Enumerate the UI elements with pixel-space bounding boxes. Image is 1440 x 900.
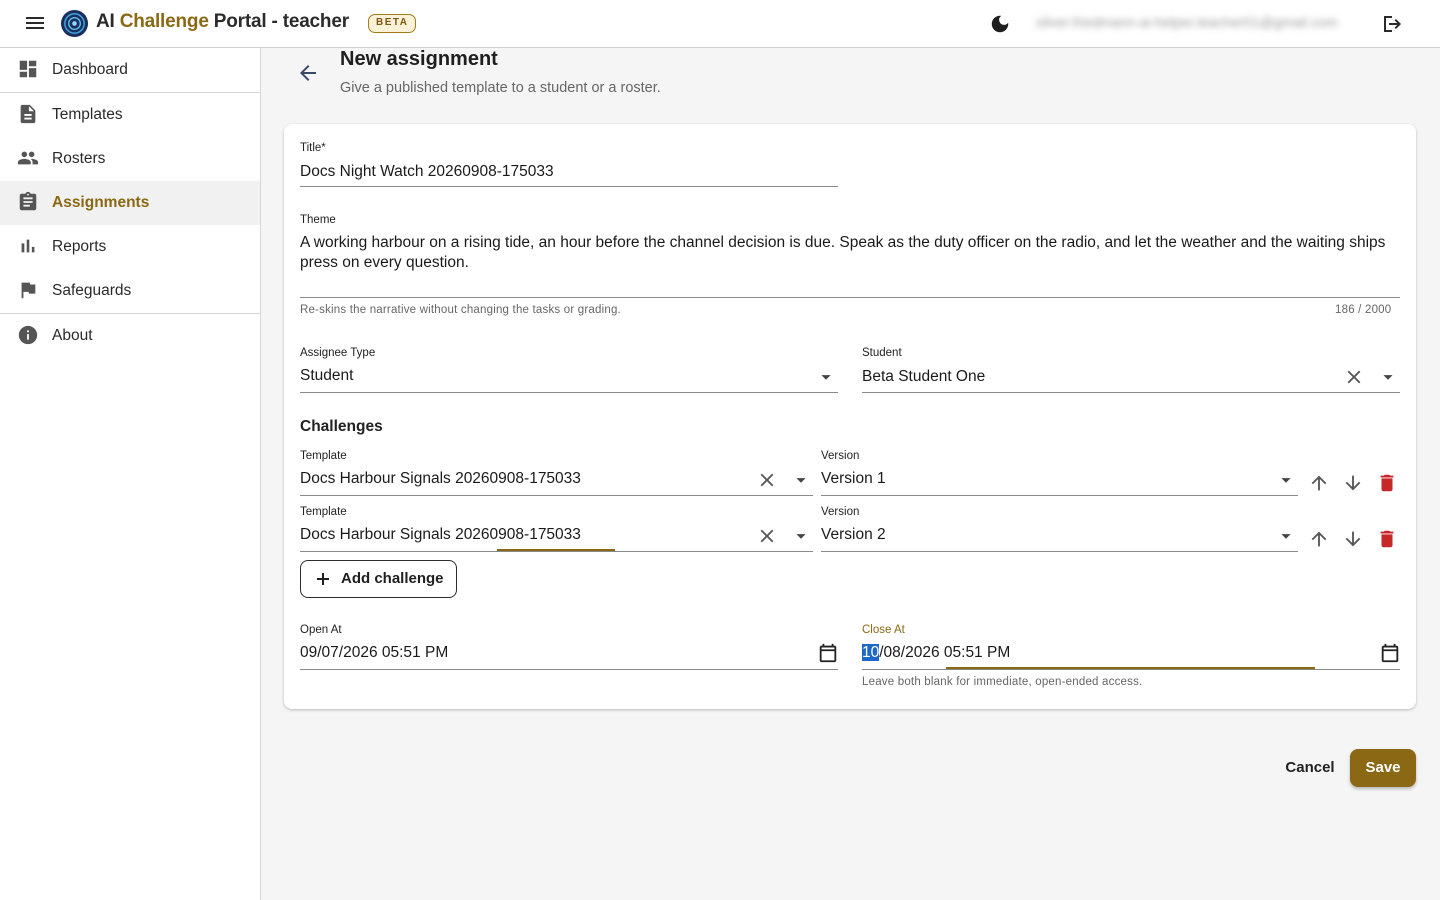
student-autocomplete[interactable]: Beta Student One bbox=[862, 368, 985, 386]
back-arrow-icon[interactable] bbox=[296, 61, 320, 85]
open-at-input[interactable]: 09/07/2026 05:51 PM bbox=[300, 644, 448, 662]
plus-icon bbox=[317, 573, 329, 585]
close-at-underline bbox=[862, 669, 1400, 670]
sidebar-item-rosters[interactable]: Rosters bbox=[0, 137, 260, 181]
close-at-focus-indicator bbox=[946, 667, 1315, 669]
version-select[interactable]: Version 1 bbox=[821, 470, 886, 488]
title-label: Title* bbox=[300, 142, 326, 154]
dark-mode-icon[interactable] bbox=[989, 13, 1011, 35]
template-focus-ripple bbox=[497, 549, 615, 551]
open-at-label: Open At bbox=[300, 624, 342, 636]
sidebar-item-safeguards[interactable]: Safeguards bbox=[0, 269, 260, 313]
assignee-type-label: Assignee Type bbox=[300, 347, 376, 359]
sidebar-item-label: Rosters bbox=[52, 150, 106, 167]
dashboard-icon bbox=[19, 60, 37, 78]
clear-icon[interactable] bbox=[1343, 366, 1365, 388]
open-at-underline bbox=[300, 669, 838, 670]
sidebar-item-label: Reports bbox=[52, 238, 107, 255]
portal-logo bbox=[60, 9, 89, 38]
sidebar-item-assignments[interactable]: Assignments bbox=[0, 181, 260, 225]
page-title: New assignment bbox=[340, 48, 498, 70]
save-button[interactable]: Save bbox=[1350, 749, 1416, 787]
sidebar-item-templates[interactable]: Templates bbox=[0, 93, 260, 137]
chevron-down-icon[interactable] bbox=[815, 366, 837, 388]
sidebar-item-label: Safeguards bbox=[52, 282, 132, 299]
sidebar-item-reports[interactable]: Reports bbox=[0, 225, 260, 269]
chevron-down-icon[interactable] bbox=[790, 469, 812, 491]
sidebar-item-label: Templates bbox=[52, 106, 123, 123]
flag-icon bbox=[21, 282, 36, 299]
arrow-down-icon[interactable] bbox=[1342, 528, 1364, 550]
version-select[interactable]: Version 2 bbox=[821, 526, 886, 544]
close-at-label: Close At bbox=[862, 624, 905, 636]
theme-helper-text: Re-skins the narrative without changing … bbox=[300, 304, 621, 316]
top-app-bar: AI Challenge Portal - teacher BETA olive… bbox=[0, 0, 1440, 48]
assignee-type-select[interactable]: Student bbox=[300, 367, 353, 385]
people-icon bbox=[17, 151, 39, 165]
bar-chart-icon bbox=[21, 239, 35, 253]
template-autocomplete[interactable]: Docs Harbour Signals 20260908-175033 bbox=[300, 470, 581, 488]
version-label: Version bbox=[821, 450, 860, 462]
theme-label: Theme bbox=[300, 214, 336, 226]
chevron-down-icon[interactable] bbox=[1275, 525, 1297, 547]
add-challenge-label: Add challenge bbox=[341, 570, 444, 587]
theme-textarea[interactable]: A working harbour on a rising tide, an h… bbox=[300, 233, 1390, 272]
theme-underline bbox=[300, 297, 1400, 298]
clear-icon[interactable] bbox=[756, 469, 778, 491]
template-underline bbox=[300, 495, 813, 496]
student-label: Student bbox=[862, 347, 902, 359]
calendar-icon[interactable] bbox=[817, 642, 839, 664]
arrow-up-icon[interactable] bbox=[1308, 472, 1330, 494]
delete-icon[interactable] bbox=[1376, 528, 1398, 550]
sidebar-item-about[interactable]: About bbox=[0, 314, 260, 358]
info-icon bbox=[18, 325, 38, 345]
title-underline bbox=[300, 186, 838, 187]
assignee-type-underline bbox=[300, 392, 838, 393]
sidebar-nav: Dashboard Templates Rosters Assignments … bbox=[0, 48, 261, 900]
student-underline bbox=[862, 392, 1400, 393]
arrow-up-icon[interactable] bbox=[1308, 528, 1330, 550]
version-underline bbox=[821, 495, 1298, 496]
add-challenge-button[interactable]: Add challenge bbox=[300, 560, 457, 598]
assignment-icon bbox=[19, 191, 37, 211]
chevron-down-icon[interactable] bbox=[790, 525, 812, 547]
calendar-icon[interactable] bbox=[1379, 642, 1401, 664]
close-at-rest: /08/2026 05:51 PM bbox=[879, 644, 1011, 661]
template-autocomplete[interactable]: Docs Harbour Signals 20260908-175033 bbox=[300, 526, 581, 544]
dates-helper-text: Leave both blank for immediate, open-end… bbox=[862, 676, 1143, 688]
page-subtitle: Give a published template to a student o… bbox=[340, 80, 661, 96]
clear-icon[interactable] bbox=[756, 525, 778, 547]
app-title: AI Challenge Portal - teacher bbox=[96, 11, 349, 32]
arrow-down-icon[interactable] bbox=[1342, 472, 1364, 494]
template-label: Template bbox=[300, 450, 347, 462]
sidebar-item-dashboard[interactable]: Dashboard bbox=[0, 48, 260, 92]
sidebar-item-label: About bbox=[52, 327, 93, 344]
beta-badge: BETA bbox=[368, 14, 417, 33]
chevron-down-icon[interactable] bbox=[1377, 366, 1399, 388]
assignment-form-card bbox=[284, 124, 1416, 709]
version-label: Version bbox=[821, 506, 860, 518]
logout-icon[interactable] bbox=[1380, 12, 1404, 36]
cancel-button[interactable]: Cancel bbox=[1278, 752, 1342, 784]
title-input[interactable]: Docs Night Watch 20260908-175033 bbox=[300, 163, 554, 181]
template-label: Template bbox=[300, 506, 347, 518]
delete-icon[interactable] bbox=[1376, 472, 1398, 494]
sidebar-item-label: Dashboard bbox=[52, 61, 128, 78]
sidebar-item-label: Assignments bbox=[52, 194, 150, 211]
user-email: oliver.friedmann-ai-helper.teacher01@gma… bbox=[1036, 14, 1338, 30]
version-underline bbox=[821, 551, 1298, 552]
document-icon bbox=[20, 104, 36, 124]
menu-icon[interactable] bbox=[24, 14, 46, 34]
template-underline bbox=[300, 551, 813, 552]
close-at-input[interactable]: 10/08/2026 05:51 PM bbox=[862, 644, 1010, 662]
close-at-selected-segment: 10 bbox=[862, 644, 880, 661]
chevron-down-icon[interactable] bbox=[1275, 469, 1297, 491]
theme-char-counter: 186 / 2000 bbox=[1335, 304, 1392, 316]
challenges-heading: Challenges bbox=[300, 418, 383, 435]
